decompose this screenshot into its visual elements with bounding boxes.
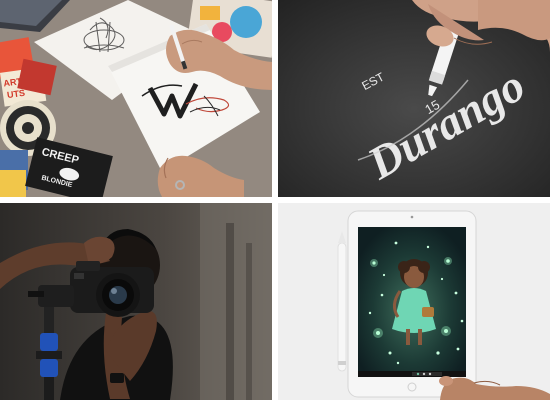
photo-photographer: [0, 203, 272, 400]
camera: [70, 261, 154, 317]
apple-pencil: [337, 231, 347, 372]
photo-ipad-illustration: [278, 203, 550, 400]
photo-grid: ARTY UTS CREEP BLONDIE EST Durango 15: [0, 0, 550, 400]
photo-chalk-lettering: EST Durango 15: [278, 0, 550, 197]
photo-sketching-lettering: ARTY UTS CREEP BLONDIE: [0, 0, 272, 197]
watch: [110, 373, 124, 383]
ipad: [347, 210, 477, 398]
